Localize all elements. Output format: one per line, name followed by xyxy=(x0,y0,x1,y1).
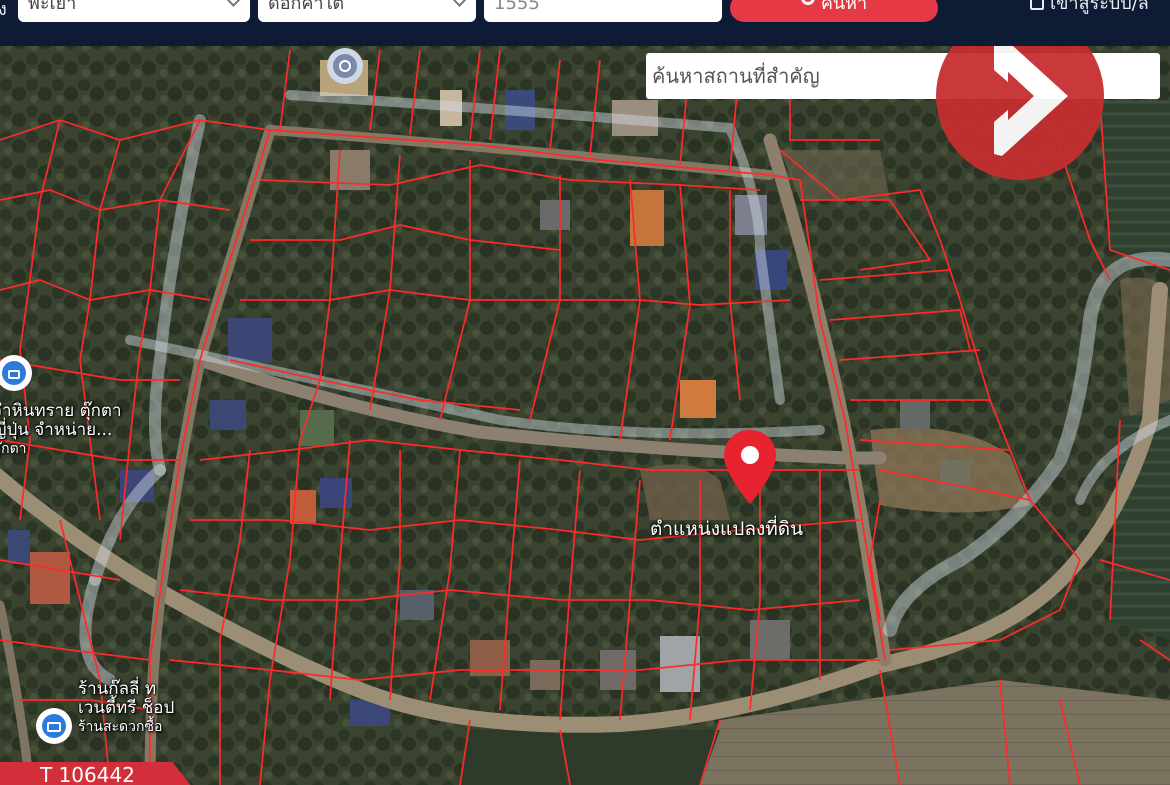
poi-shop-2-name-2: เวนตี้ทรี ช็อป xyxy=(78,698,175,718)
district-value: ดอกคำใต้ xyxy=(268,0,345,14)
login-label: เข้าสู่ระบบ/ล xyxy=(1050,0,1149,14)
location-pin-icon[interactable] xyxy=(722,428,778,506)
login-link[interactable]: เข้าสู่ระบบ/ล xyxy=(1030,0,1149,16)
brand-logo-icon xyxy=(936,46,1104,180)
top-toolbar: ง พะเยา ดอกคำใต้ 1555 ค้นหา เข้าสู่ระบบ/… xyxy=(0,0,1170,46)
search-button[interactable]: ค้นหา xyxy=(730,0,938,22)
province-value: พะเยา xyxy=(28,0,77,14)
code-search-value: 1555 xyxy=(494,0,540,14)
poi-label-shop-2: ร้านก๊ลลี่ ท เวนตี้ทรี ช็อป ร้านสะดวกซื้… xyxy=(78,680,174,737)
plot-location-label: ตำแหน่งแปลงที่ดิน xyxy=(650,518,804,540)
poi-shop-2-name: ร้านก๊ลลี่ ท xyxy=(78,679,157,699)
poi-shop-1-category: ตุ๊กตา xyxy=(0,441,27,457)
shop-icon[interactable] xyxy=(36,708,72,744)
province-select[interactable]: พะเยา xyxy=(18,0,250,22)
lock-icon xyxy=(1030,0,1044,10)
poi-shop-1-name: จำหินทราย ตุ๊กตา xyxy=(0,401,122,421)
landmark-icon[interactable] xyxy=(327,48,363,84)
poi-label-shop-1: จำหินทราย ตุ๊กตา ญี่ปุ่น จำหน่าย... ตุ๊ก… xyxy=(0,402,122,459)
code-search-input[interactable]: 1555 xyxy=(484,0,722,22)
search-button-label: ค้นหา xyxy=(820,0,868,14)
map-view[interactable]: จำหินทราย ตุ๊กตา ญี่ปุ่น จำหน่าย... ตุ๊ก… xyxy=(0,46,1170,785)
listing-code-badge: T 106442 xyxy=(0,762,196,785)
cut-off-label: ง xyxy=(0,0,7,20)
poi-shop-1-name-2: ญี่ปุ่น จำหน่าย... xyxy=(0,420,113,440)
poi-shop-2-category: ร้านสะดวกซื้อ xyxy=(78,719,163,735)
district-select[interactable]: ดอกคำใต้ xyxy=(258,0,476,22)
search-icon xyxy=(800,0,815,5)
chevron-down-icon xyxy=(453,0,466,7)
chevron-down-icon xyxy=(227,0,240,7)
